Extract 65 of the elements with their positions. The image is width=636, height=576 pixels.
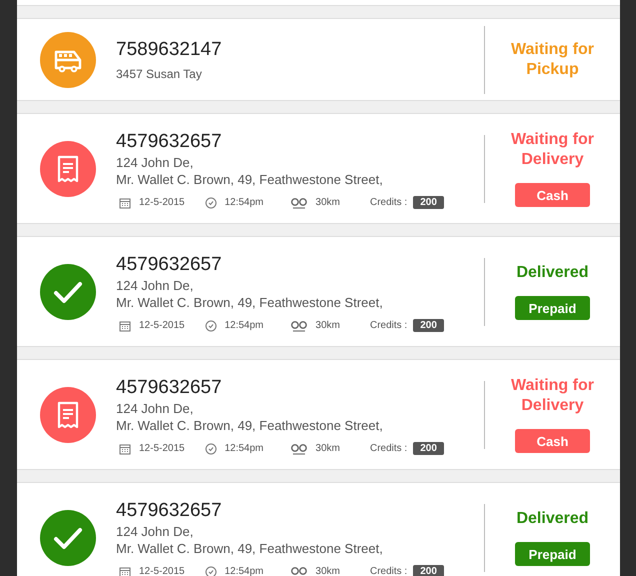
receipt-icon bbox=[40, 140, 96, 196]
date-text: 12-5-2015 bbox=[139, 443, 185, 454]
address-line: 124 John De, bbox=[116, 523, 194, 540]
phone-number: 4579632657 bbox=[116, 253, 223, 277]
checkmark-icon bbox=[40, 510, 96, 566]
time-text: 12:54pm bbox=[224, 566, 264, 576]
credits-badge: 200 bbox=[413, 196, 444, 209]
address-line: Mr. Wallet C. Brown, 49, Feathwestone Street, bbox=[116, 540, 384, 557]
status-text: Waiting for Pickup bbox=[510, 40, 595, 80]
address-line: Mr. Wallet C. Brown, 49, Feathwestone Street, bbox=[116, 417, 384, 434]
clock-icon bbox=[204, 566, 217, 576]
checkmark-icon bbox=[40, 264, 96, 320]
address-line: 124 John De, bbox=[116, 154, 194, 171]
payment-badge: Prepaid bbox=[515, 542, 590, 566]
date-text: 12-5-2015 bbox=[139, 566, 185, 576]
address-line: 124 John De, bbox=[116, 277, 194, 294]
order-card[interactable]: 7589632147 3457 Susan Tay Waiting for Pickup bbox=[17, 18, 620, 101]
calendar-icon bbox=[119, 442, 131, 454]
time-text: 12:54pm bbox=[224, 443, 264, 454]
address-line: Mr. Wallet C. Brown, 49, Feathwestone Street, bbox=[116, 171, 384, 188]
calendar-icon bbox=[119, 566, 131, 576]
address-line: 3457 Susan Tay bbox=[116, 66, 203, 83]
credits-label: Credits : bbox=[370, 566, 408, 576]
phone-number: 4579632657 bbox=[116, 376, 223, 400]
order-card[interactable]: 4579632657 124 John De, Mr. Wallet C. Brown, 49, Feathwestone Street, 12-5-2015 12:54pm 30km Credits : 200 Waiting for Delivery Cash bbox=[17, 113, 620, 224]
credits-label: Credits : bbox=[370, 320, 408, 331]
status-text: Delivered bbox=[515, 509, 590, 529]
location-pins-icon bbox=[290, 566, 308, 576]
truck-icon bbox=[40, 32, 96, 88]
credits-badge: 200 bbox=[413, 319, 444, 332]
calendar-icon bbox=[119, 320, 131, 332]
payment-badge: Cash bbox=[515, 183, 590, 207]
phone-number: 4579632657 bbox=[116, 130, 223, 154]
distance-text: 30km bbox=[316, 443, 340, 454]
status-text: Delivered bbox=[515, 263, 590, 283]
payment-badge: Cash bbox=[515, 429, 590, 453]
clock-icon bbox=[204, 196, 217, 208]
location-pins-icon bbox=[290, 442, 308, 454]
location-pins-icon bbox=[290, 320, 308, 332]
credits-label: Credits : bbox=[370, 197, 408, 208]
status-text: Waiting for Delivery bbox=[510, 376, 595, 416]
order-card[interactable]: 4579632657 124 John De, Mr. Wallet C. Brown, 49, Feathwestone Street, 12-5-2015 12:54pm 30km Credits : 200 Delivered Prepaid bbox=[17, 236, 620, 347]
clock-icon bbox=[204, 320, 217, 332]
time-text: 12:54pm bbox=[224, 197, 264, 208]
credits-label: Credits : bbox=[370, 443, 408, 454]
order-card[interactable]: 4579632657 124 John De, Mr. Wallet C. Brown, 49, Feathwestone Street, 12-5-2015 12:54pm 30km Credits : 200 Delivered Prepaid bbox=[17, 482, 620, 576]
credits-badge: 200 bbox=[413, 442, 444, 455]
clock-icon bbox=[204, 442, 217, 454]
phone-number: 7589632147 bbox=[116, 38, 223, 62]
credits-badge: 200 bbox=[413, 565, 444, 576]
order-card[interactable]: 4579632657 124 John De, Mr. Wallet C. Brown, 49, Feathwestone Street, 12-5-2015 12:54pm 30km Credits : 200 Waiting for Delivery Cash bbox=[17, 359, 620, 470]
distance-text: 30km bbox=[316, 566, 340, 576]
payment-badge: Prepaid bbox=[515, 296, 590, 320]
distance-text: 30km bbox=[316, 197, 340, 208]
date-text: 12-5-2015 bbox=[139, 320, 185, 331]
distance-text: 30km bbox=[316, 320, 340, 331]
address-line: Mr. Wallet C. Brown, 49, Feathwestone Street, bbox=[116, 294, 384, 311]
date-text: 12-5-2015 bbox=[139, 197, 185, 208]
phone-number: 4579632657 bbox=[116, 499, 223, 523]
calendar-icon bbox=[119, 196, 131, 208]
receipt-icon bbox=[40, 386, 96, 442]
location-pins-icon bbox=[290, 196, 308, 208]
time-text: 12:54pm bbox=[224, 320, 264, 331]
address-line: 124 John De, bbox=[116, 400, 194, 417]
status-text: Waiting for Delivery bbox=[510, 130, 595, 170]
